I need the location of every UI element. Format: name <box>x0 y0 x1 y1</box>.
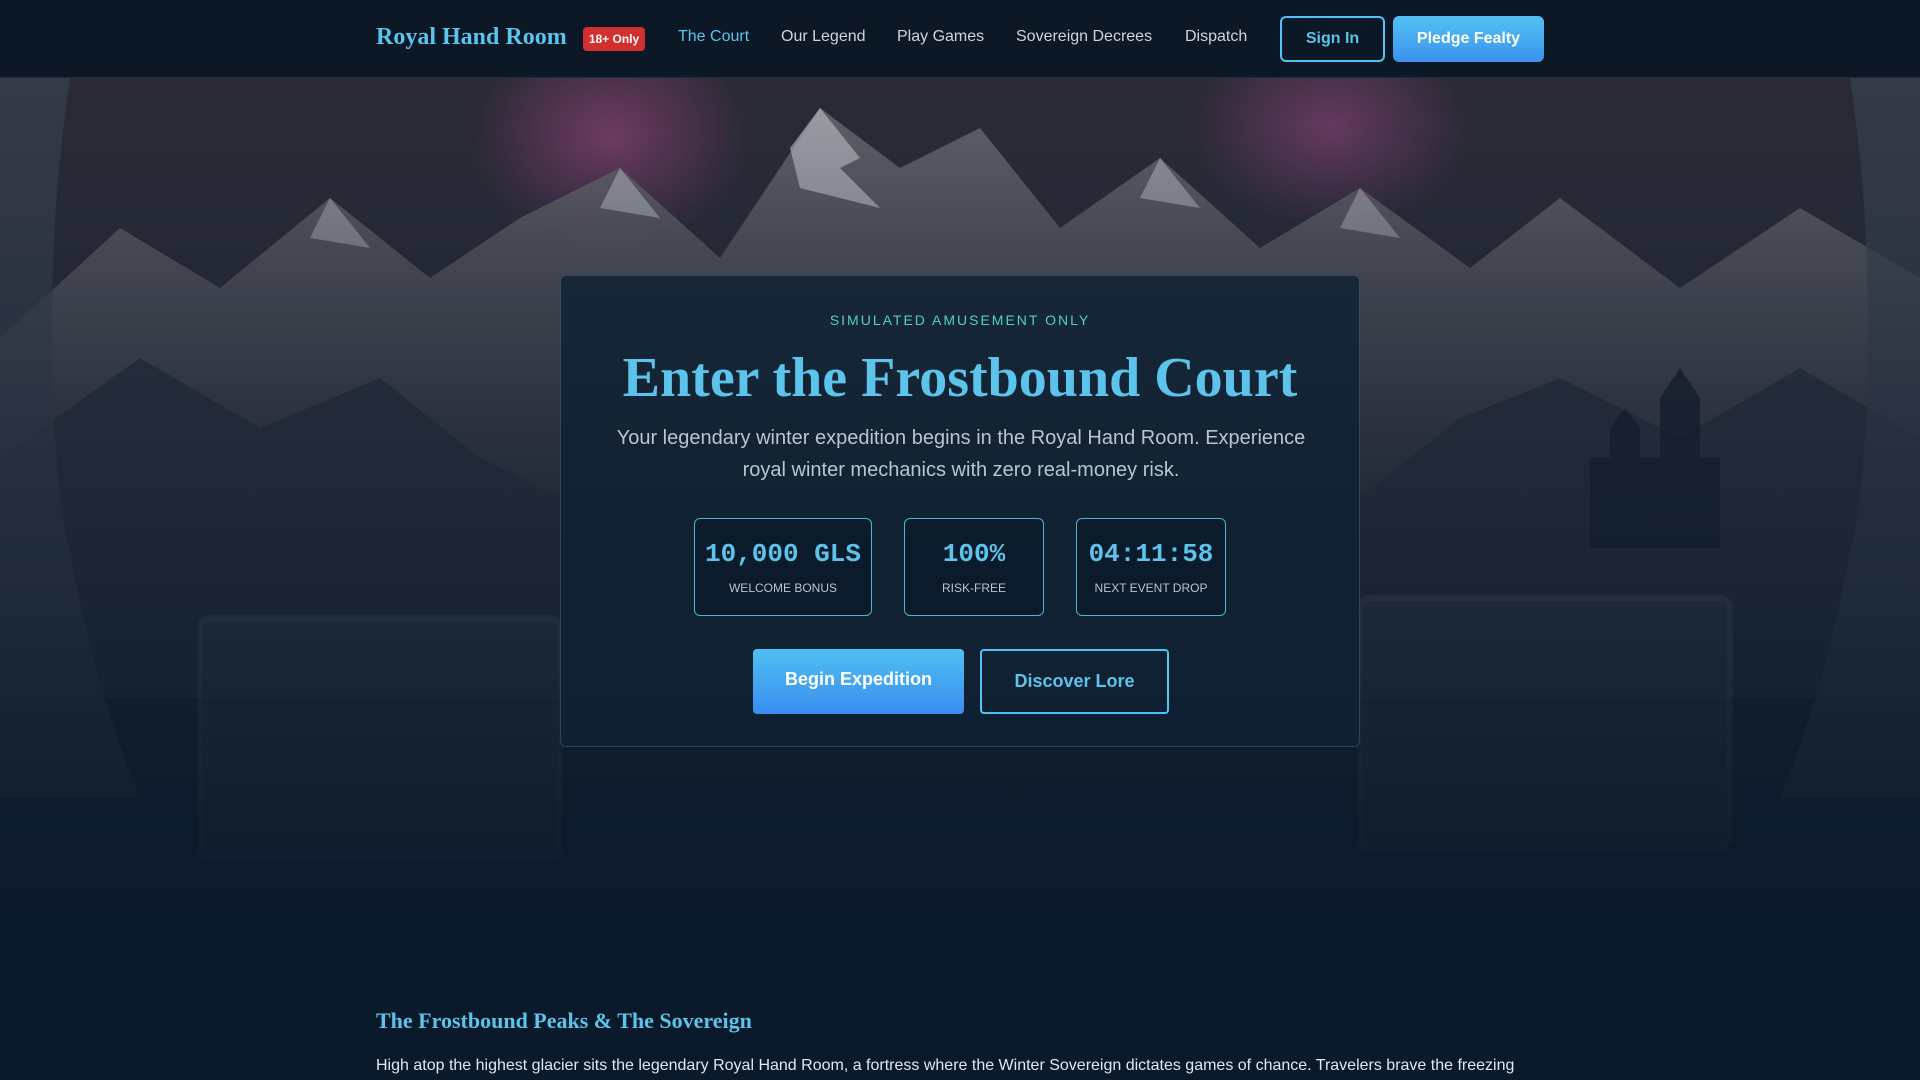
age-restriction-badge: 18+ Only <box>583 27 645 51</box>
sign-in-button[interactable]: Sign In <box>1280 16 1385 62</box>
brand-logo[interactable]: Royal Hand Room <box>376 24 567 51</box>
discover-lore-button[interactable]: Discover Lore <box>980 649 1169 714</box>
nav-link-sovereign-decrees[interactable]: Sovereign Decrees <box>1016 28 1152 46</box>
stat-risk-free: 100% Risk-Free <box>904 518 1044 616</box>
top-navbar: Royal Hand Room 18+ Only The Court Our L… <box>0 0 1920 78</box>
begin-expedition-button[interactable]: Begin Expedition <box>753 649 964 714</box>
stat-label: Welcome Bonus <box>728 581 837 595</box>
lore-paragraph: High atop the highest glacier sits the l… <box>376 1057 1515 1074</box>
stat-next-event-drop: 04:11:58 Next Event Drop <box>1076 518 1226 616</box>
nav-link-our-legend[interactable]: Our Legend <box>781 28 866 46</box>
stat-value: 100% <box>942 539 1006 569</box>
nav-link-dispatch[interactable]: Dispatch <box>1185 28 1247 46</box>
pledge-fealty-button[interactable]: Pledge Fealty <box>1393 16 1544 62</box>
lore-section: The Frostbound Peaks & The Sovereign Hig… <box>0 948 1920 1080</box>
stat-label: Next Event Drop <box>1094 581 1208 595</box>
nav-link-play-games[interactable]: Play Games <box>897 28 984 46</box>
stat-value: 10,000 GLS <box>704 539 862 569</box>
hero-subtitle: Your legendary winter expedition begins … <box>616 427 1306 481</box>
nav-link-the-court[interactable]: The Court <box>678 28 749 46</box>
countdown-timer: 04:11:58 <box>1088 539 1214 569</box>
simulated-notice: SIMULATED AMUSEMENT ONLY <box>829 312 1091 328</box>
stat-label: Risk-Free <box>941 581 1006 595</box>
lore-heading: The Frostbound Peaks & The Sovereign <box>376 1008 752 1033</box>
hero-title: Enter the Frostbound Court <box>622 347 1298 409</box>
hero-section: SIMULATED AMUSEMENT ONLY Enter the Frost… <box>0 78 1920 948</box>
stat-welcome-bonus: 10,000 GLS Welcome Bonus <box>694 518 872 616</box>
hero-card: SIMULATED AMUSEMENT ONLY Enter the Frost… <box>560 275 1360 747</box>
